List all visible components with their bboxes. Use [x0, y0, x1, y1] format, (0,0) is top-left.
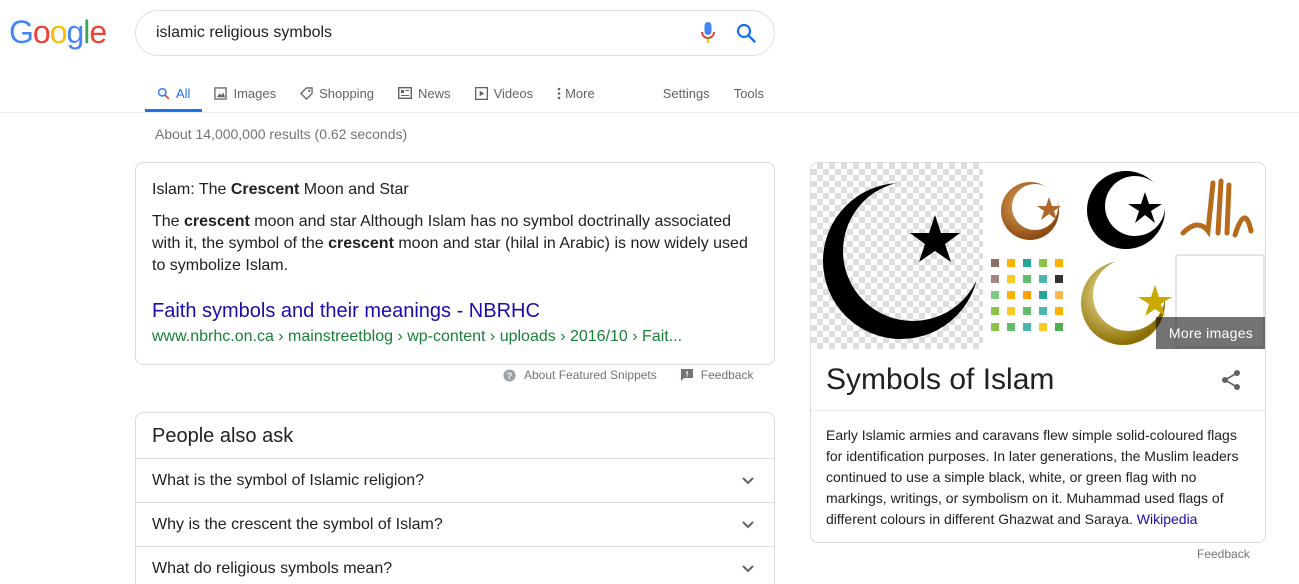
logo-letter: o: [32, 14, 51, 50]
microphone-icon[interactable]: [696, 21, 720, 45]
chevron-down-icon: [742, 564, 754, 572]
snippet-title-bold: Crescent: [230, 181, 300, 198]
kp-feedback[interactable]: Feedback: [1197, 547, 1250, 561]
kp-header: Symbols of Islam: [811, 349, 1265, 411]
image-icon: [214, 86, 228, 100]
tools-link[interactable]: Tools: [722, 74, 776, 112]
tab-all[interactable]: All: [145, 74, 203, 112]
paa-question-text: What is the symbol of Islamic religion?: [152, 471, 425, 489]
snippet-url[interactable]: www.nbrhc.on.ca › mainstreetblog › wp-co…: [152, 326, 758, 348]
logo-letter: G: [9, 14, 34, 50]
logo-letter: e: [89, 14, 107, 50]
snippet-feedback[interactable]: Feedback: [680, 368, 754, 382]
paa-question-text: Why is the crescent the symbol of Islam?: [152, 515, 443, 533]
tab-news[interactable]: News: [386, 74, 463, 112]
people-also-ask: People also ask What is the symbol of Is…: [135, 412, 775, 584]
settings-link[interactable]: Settings: [651, 74, 722, 112]
search-box: [135, 10, 775, 56]
feedback-label: Feedback: [700, 368, 754, 382]
snippet-link[interactable]: Faith symbols and their meanings - NBRHC: [152, 298, 758, 324]
news-icon: [398, 87, 413, 99]
about-featured-snippets[interactable]: ? About Featured Snippets: [503, 368, 657, 382]
crescent-star-image[interactable]: [811, 163, 983, 349]
paa-question[interactable]: What do religious symbols mean?: [136, 546, 774, 584]
tab-images[interactable]: Images: [202, 74, 288, 112]
feedback-icon: [680, 369, 693, 381]
paa-question[interactable]: Why is the crescent the symbol of Islam?: [136, 502, 774, 546]
search-icon[interactable]: [734, 21, 758, 45]
tab-label: News: [418, 85, 451, 101]
tab-label: Videos: [493, 85, 534, 101]
snippet-text-bold: crescent: [184, 213, 250, 230]
play-icon: [474, 86, 488, 100]
svg-text:?: ?: [507, 370, 513, 380]
wikipedia-link[interactable]: Wikipedia: [1137, 511, 1198, 527]
tabs-divider: [0, 112, 1299, 113]
snippet-text-bold: crescent: [328, 235, 394, 252]
snippet-title: Islam: The Crescent Moon and Star: [152, 180, 758, 200]
featured-snippet: Islam: The Crescent Moon and Star The cr…: [135, 162, 775, 365]
knowledge-panel: More images Symbols of Islam Early Islam…: [810, 162, 1266, 543]
tab-label: Images: [233, 85, 277, 101]
more-vert-icon: [557, 87, 561, 99]
search-input[interactable]: [156, 24, 682, 42]
google-logo[interactable]: Google: [9, 14, 107, 50]
help-icon: ?: [503, 368, 516, 382]
kp-title: Symbols of Islam: [826, 362, 1055, 396]
tag-icon: [300, 86, 313, 100]
tab-label: Shopping: [319, 85, 375, 101]
paa-question-text: What do religious symbols mean?: [152, 559, 393, 577]
snippet-title-text: Islam: The: [152, 181, 231, 198]
logo-letter: g: [66, 14, 84, 50]
tab-shopping[interactable]: Shopping: [288, 74, 386, 112]
logo-letter: o: [49, 14, 68, 50]
share-icon[interactable]: [1221, 369, 1241, 391]
more-images-button[interactable]: More images: [1156, 317, 1265, 349]
tab-label: All: [176, 85, 191, 101]
search-icon: [157, 87, 170, 99]
snippet-footer: ? About Featured Snippets Feedback: [503, 368, 753, 382]
snippet-text: The: [152, 213, 185, 230]
about-label: About Featured Snippets: [524, 368, 657, 382]
paa-heading: People also ask: [152, 425, 294, 447]
snippet-body: The crescent moon and star Although Isla…: [152, 211, 758, 277]
tab-more[interactable]: More: [545, 74, 607, 112]
search-tabs: All Images Shopping News Videos More Set…: [145, 74, 776, 112]
kp-description: Early Islamic armies and caravans flew s…: [811, 411, 1265, 542]
chevron-down-icon: [742, 520, 754, 528]
tab-label: More: [565, 85, 595, 101]
tab-videos[interactable]: Videos: [463, 74, 546, 112]
chevron-down-icon: [742, 476, 754, 484]
image-collage: More images: [811, 163, 1265, 349]
snippet-title-text: Moon and Star: [299, 181, 409, 198]
paa-question[interactable]: What is the symbol of Islamic religion?: [136, 458, 774, 502]
result-stats: About 14,000,000 results (0.62 seconds): [155, 126, 408, 142]
image-thumbnails: More images: [983, 163, 1265, 349]
